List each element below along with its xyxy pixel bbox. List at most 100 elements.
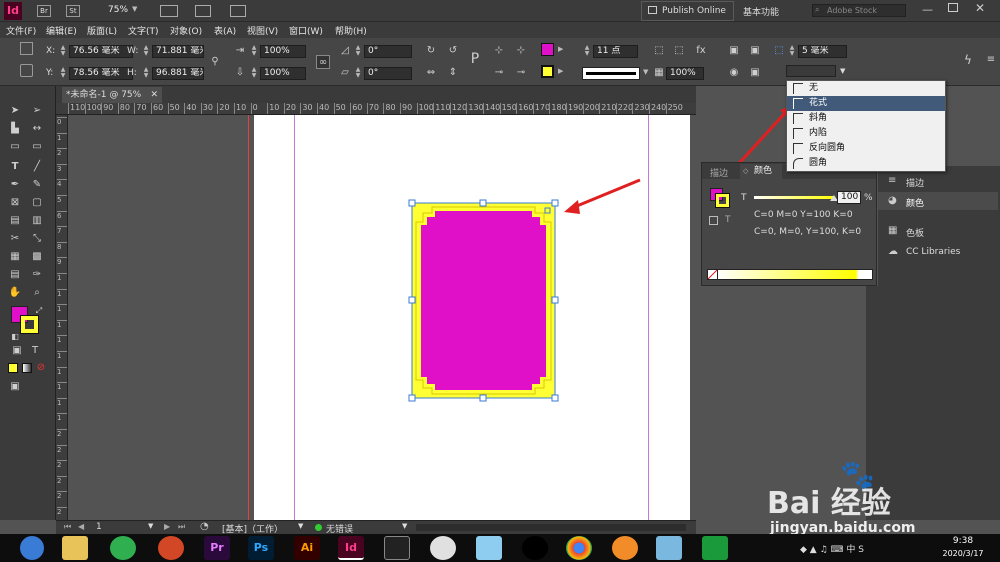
panel-menu-icon[interactable]: ≡ [984, 53, 998, 67]
app-icon-3[interactable] [612, 536, 638, 560]
fit-frame-icon[interactable]: ▣ [727, 44, 741, 58]
formatting-text-icon[interactable]: T [28, 344, 42, 358]
effects-icon[interactable]: fx [694, 44, 708, 58]
dock-item-color[interactable]: ◕ 颜色 [878, 192, 998, 210]
photoshop-icon[interactable]: Ps [248, 536, 274, 560]
swap-fill-stroke-icon[interactable]: ⤢ [32, 304, 46, 318]
corner-size-stepper[interactable]: ▲ ▼ [788, 45, 796, 58]
zoom-tool-icon[interactable]: ⌕ [30, 286, 44, 300]
link-scale-icon[interactable]: ∞ [316, 55, 330, 69]
tint-slider[interactable] [754, 196, 834, 199]
scale-x-stepper[interactable]: ▲ ▼ [250, 45, 258, 58]
indesign-taskbar-icon[interactable]: Id [338, 536, 364, 560]
x-field[interactable]: 76.56 毫米 [69, 45, 133, 58]
corner-option-inset[interactable]: 内陷 [787, 126, 945, 141]
center-content-icon[interactable]: ◉ [727, 66, 741, 80]
vertical-ruler[interactable]: 0 1 2 3 4 5 6 7 8 9 1 1 1 1 1 1 1 1 1 1 2 2 2 2 2 2 [56, 115, 68, 520]
screen-mode-icon[interactable] [195, 5, 211, 17]
premiere-icon[interactable]: Pr [204, 536, 230, 560]
tab-collapse-icon[interactable]: ◇ [743, 167, 748, 175]
document-tab[interactable]: *未命名-1 @ 75% ✕ [62, 87, 162, 103]
h-field[interactable]: 96.881 毫米 [152, 67, 204, 80]
restore-icon[interactable] [948, 3, 958, 12]
reference-point-grid-icon[interactable] [20, 64, 33, 77]
app-icon-2[interactable] [476, 536, 502, 560]
scale-y-field[interactable]: 100% [260, 67, 306, 80]
rotation-angle-field[interactable]: 0° [364, 45, 412, 58]
gradient-feather-tool-icon[interactable]: ▩ [30, 250, 44, 264]
dock-item-cc-libraries[interactable]: ☁ CC Libraries [878, 243, 998, 261]
stroke-type-select[interactable] [582, 67, 640, 80]
quick-apply-icon[interactable]: ϟ [961, 53, 975, 67]
prev-page-icon[interactable]: ◀ [78, 522, 84, 531]
corner-option-fancy[interactable]: 花式 [787, 96, 945, 111]
y-stepper[interactable]: ▲ ▼ [59, 67, 67, 80]
page-number-field[interactable]: 1 [96, 522, 102, 532]
menu-object[interactable]: 对象(O) [170, 24, 202, 37]
app-icon-5[interactable] [702, 536, 728, 560]
angle-stepper[interactable]: ▲ ▼ [354, 45, 362, 58]
menu-table[interactable]: 表(A) [214, 24, 236, 37]
corner-options-icon[interactable]: ⬚ [772, 44, 786, 58]
powerpoint-icon[interactable] [158, 536, 184, 560]
constrain-proportions-icon[interactable]: ⚲ [208, 55, 222, 69]
free-transform-tool-icon[interactable]: ⤡ [30, 232, 44, 246]
corner-size-field[interactable]: 5 毫米 [798, 45, 847, 58]
type-tool-icon[interactable]: T [8, 160, 22, 174]
rotate-ccw-icon[interactable]: ↺ [446, 44, 460, 58]
corner-option-inverse-rounded[interactable]: 反向圆角 [787, 141, 945, 156]
app-icon-1[interactable] [430, 536, 456, 560]
horizontal-ruler[interactable]: 110 100 90 80 70 60 50 40 30 20 10 0 10 20 30 40 50 60 70 8… [56, 103, 696, 115]
content-collector-icon[interactable]: ▭ [8, 140, 22, 154]
tab-stroke[interactable]: 描边 [710, 166, 728, 179]
page-dropdown-icon[interactable]: ▼ [148, 522, 153, 530]
shear-stepper[interactable]: ▲ ▼ [354, 67, 362, 80]
qq-icon[interactable] [522, 536, 548, 560]
pen-tool-icon[interactable]: ✒ [8, 178, 22, 192]
profile-dropdown-icon[interactable]: ▼ [298, 522, 303, 530]
scale-x-field[interactable]: 100% [260, 45, 306, 58]
document-page[interactable] [254, 115, 690, 520]
dock-item-swatches[interactable]: ▦ 色板 [878, 222, 998, 240]
hand-tool-icon[interactable]: ✋ [8, 286, 22, 300]
formatting-container-icon[interactable]: ▣ [10, 344, 24, 358]
selection-tool-icon[interactable]: ➤ [8, 104, 22, 118]
stroke-weight-field[interactable]: 11 点 [593, 45, 638, 58]
clock-date[interactable]: 2020/3/17 [936, 549, 990, 558]
next-page-icon[interactable]: ▶ [164, 522, 170, 531]
stock-button[interactable]: St [66, 5, 80, 17]
select-container-icon[interactable]: ⊹ [492, 44, 506, 58]
wechat-icon[interactable] [110, 536, 136, 560]
preflight-icon[interactable]: ◔ [200, 521, 209, 532]
zoom-level-select[interactable]: 75% [108, 5, 128, 15]
fancy-corner-frame[interactable] [404, 195, 574, 415]
fill-dropdown-icon[interactable]: ▶ [558, 45, 563, 53]
corner-option-rounded[interactable]: 圆角 [787, 156, 945, 171]
clock-time[interactable]: 9:38 [940, 536, 986, 546]
vertical-grid-tool-icon[interactable]: ▥ [30, 214, 44, 228]
line-tool-icon[interactable]: ╱ [30, 160, 44, 174]
bridge-button[interactable]: Br [37, 5, 51, 17]
menu-view[interactable]: 视图(V) [247, 24, 278, 37]
tint-ramp[interactable] [707, 269, 873, 280]
close-icon[interactable]: ✕ [975, 1, 985, 15]
horizontal-scrollbar[interactable] [416, 524, 686, 531]
tint-field[interactable]: 100 [837, 191, 861, 204]
none-swatch-icon[interactable] [707, 269, 718, 280]
corner-option-none[interactable]: 无 [787, 81, 945, 96]
y-field[interactable]: 78.56 毫米 [69, 67, 133, 80]
last-page-icon[interactable]: ⏭ [178, 522, 185, 532]
horizontal-grid-tool-icon[interactable]: ▤ [8, 214, 22, 228]
apply-gradient-icon[interactable] [22, 363, 32, 373]
corner-shape-select[interactable] [786, 65, 836, 77]
panel-stroke-swatch[interactable] [715, 193, 730, 208]
stroke-type-dropdown-icon[interactable]: ▼ [643, 68, 648, 76]
eyedropper-tool-icon[interactable]: ✑ [30, 268, 44, 282]
select-content-icon[interactable]: ⊹ [514, 44, 528, 58]
select-previous-icon[interactable]: ⊸ [492, 66, 506, 80]
screen-mode-toolbox-icon[interactable]: ▣ [8, 380, 22, 394]
fit-content-icon[interactable]: ▣ [748, 44, 762, 58]
arrange-documents-icon[interactable] [230, 5, 246, 17]
apply-color-icon[interactable] [8, 363, 18, 373]
tray-icons[interactable]: ◆ ▲ ♫ ⌨ 中 S [800, 542, 864, 555]
